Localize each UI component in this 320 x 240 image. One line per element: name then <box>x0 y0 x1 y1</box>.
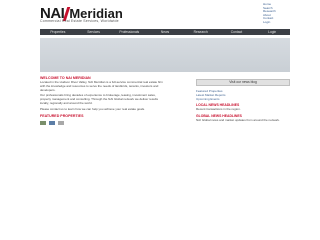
nav-item[interactable]: Professionals <box>111 29 147 35</box>
main-nav: Properties Services Professionals News R… <box>40 29 290 35</box>
nav-item[interactable]: Login <box>254 29 290 35</box>
news-blog-button[interactable]: Visit our news blog <box>196 79 290 86</box>
intro-paragraph: Please contact us to learn how we can he… <box>40 106 145 111</box>
global-news-text: NAI Global news and market updates from … <box>196 117 280 122</box>
property-thumbnail[interactable] <box>49 120 55 125</box>
nav-item[interactable]: News <box>147 29 183 35</box>
property-thumbnail[interactable] <box>40 120 46 125</box>
nav-item[interactable]: Contact <box>219 29 255 35</box>
top-links: Home Search Research About Contact Login <box>263 2 287 25</box>
intro-paragraph: Our professionals bring decades of exper… <box>40 93 159 105</box>
property-thumbnail[interactable] <box>58 120 64 125</box>
sidebar-link[interactable]: Upcoming Events <box>196 97 290 101</box>
hero-banner <box>40 38 290 72</box>
nav-item[interactable]: Research <box>183 29 219 35</box>
featured-thumbnails <box>40 120 163 125</box>
nav-item[interactable]: Services <box>76 29 112 35</box>
sidebar: Visit our news blog Featured Properties … <box>196 79 290 123</box>
top-link[interactable]: Login <box>263 20 287 25</box>
site-header: NAI Meridian Commercial Real Estate Serv… <box>0 0 320 28</box>
tagline: Commercial Real Estate Services, Worldwi… <box>40 19 119 23</box>
main-content: WELCOME TO NAI MERIDIAN Located in the H… <box>40 76 163 125</box>
nav-item[interactable]: Properties <box>40 29 76 35</box>
featured-title: FEATURED PROPERTIES <box>40 113 84 118</box>
local-news-text: Recent transactions in the region. <box>196 107 241 111</box>
intro-paragraph: Located in the Hudson River Valley, NAI … <box>40 80 163 92</box>
